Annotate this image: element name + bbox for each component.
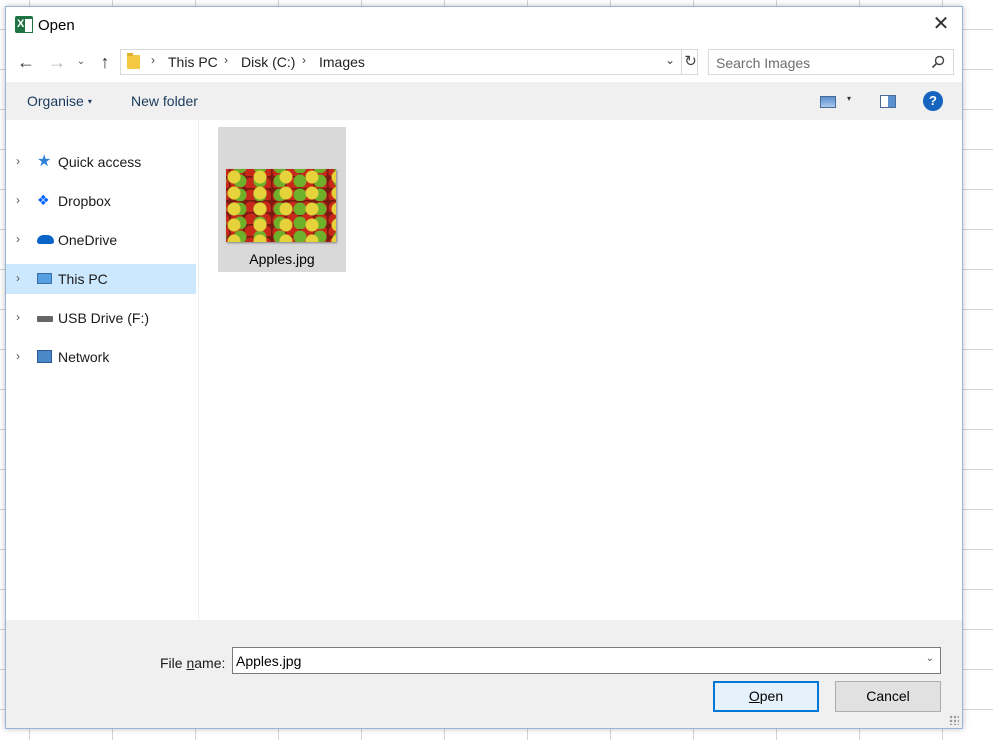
sidebar-item-label: This PC [58,271,108,287]
sidebar-item-label: Network [58,349,110,365]
file-item[interactable]: Apples.jpg [218,127,346,272]
file-name-label-part: File [160,655,187,671]
chevron-right-icon[interactable]: › [16,193,20,207]
forward-button[interactable]: → [46,49,68,75]
title-bar: X Open ✕ [6,7,962,43]
excel-app-icon: X [15,16,33,33]
chevron-right-icon[interactable]: › [16,271,20,285]
chevron-right-icon[interactable]: › [16,154,20,168]
usb-drive-icon [37,316,53,322]
recent-locations-button[interactable]: ⌄ [74,49,88,75]
help-icon[interactable]: ? [923,91,943,111]
open-dialog: X Open ✕ ← → ⌄ ↑ › This PC › Disk (C:) ›… [5,6,963,729]
sidebar-item-onedrive[interactable]: › OneDrive [6,225,196,255]
sidebar-item-label: OneDrive [58,232,118,248]
organise-button[interactable]: Organise ▾ [27,93,92,109]
command-bar: Organise ▾ New folder ▾ ? [6,82,962,120]
back-button[interactable]: ← [15,49,37,75]
sidebar-item-label: Dropbox [58,193,111,209]
chevron-right-icon[interactable]: › [16,232,20,246]
file-name-label-part: ame: [194,655,226,671]
star-icon: ★ [37,153,52,170]
search-placeholder: Search Images [716,55,811,71]
address-dropdown-icon[interactable]: ⌄ [665,53,675,67]
new-folder-button[interactable]: New folder [131,93,198,109]
folder-icon [127,53,140,69]
up-button[interactable]: ↑ [94,49,116,75]
image-thumbnail [226,169,336,242]
file-name-value: Apples.jpg [236,653,302,669]
open-label: pen [759,688,784,704]
chevron-down-icon: ▾ [87,97,92,106]
network-icon [37,350,52,363]
computer-icon [37,273,52,284]
breadcrumb-images[interactable]: Images [319,54,365,70]
resize-grip-icon[interactable] [949,715,959,725]
file-name-dropdown-icon[interactable]: ⌄ [926,653,934,664]
sidebar-item-quick-access[interactable]: › ★ Quick access [6,147,196,177]
window-title: Open [38,17,75,34]
view-options-chevron-icon[interactable]: ▾ [847,94,851,103]
file-name-label: File name: [160,655,225,671]
breadcrumb-this-pc[interactable]: This PC [168,54,218,70]
breadcrumb-separator[interactable]: › [302,53,306,67]
cancel-button[interactable]: Cancel [835,681,941,712]
chevron-right-icon[interactable]: › [16,349,20,363]
file-name-panel: File name: Apples.jpg ⌄ Open Cancel [6,620,962,728]
preview-pane-icon[interactable] [880,95,896,108]
breadcrumb-separator[interactable]: › [151,53,155,67]
organise-label: Organise [27,93,84,109]
open-mnemonic: O [748,688,760,704]
change-view-icon[interactable] [820,96,836,108]
open-button[interactable]: Open [713,681,819,712]
breadcrumb-separator[interactable]: › [224,53,228,67]
sidebar-item-usb-drive[interactable]: › USB Drive (F:) [6,303,196,333]
file-name-input[interactable]: Apples.jpg ⌄ [232,647,941,674]
file-name: Apples.jpg [249,251,315,267]
address-bar[interactable]: › This PC › Disk (C:) › Images ⌄ ↻ [120,49,698,75]
close-button[interactable]: ✕ [926,11,956,39]
dropbox-icon: ❖ [37,192,50,208]
file-list: Apples.jpg [199,120,962,620]
search-input[interactable]: Search Images [708,49,954,75]
chevron-right-icon[interactable]: › [16,310,20,324]
navigation-pane: › ★ Quick access › ❖ Dropbox › OneDrive … [6,120,198,620]
sidebar-item-network[interactable]: › Network [6,342,196,372]
onedrive-cloud-icon [37,235,54,244]
sidebar-item-label: USB Drive (F:) [58,310,149,326]
search-icon[interactable] [931,55,945,69]
sidebar-item-label: Quick access [58,154,142,170]
sidebar-item-dropbox[interactable]: › ❖ Dropbox [6,186,196,216]
breadcrumb-disk-c[interactable]: Disk (C:) [241,54,295,70]
refresh-icon[interactable]: ↻ [681,50,699,74]
navigation-bar: ← → ⌄ ↑ › This PC › Disk (C:) › Images ⌄… [6,47,962,77]
sidebar-item-this-pc[interactable]: › This PC [6,264,196,294]
